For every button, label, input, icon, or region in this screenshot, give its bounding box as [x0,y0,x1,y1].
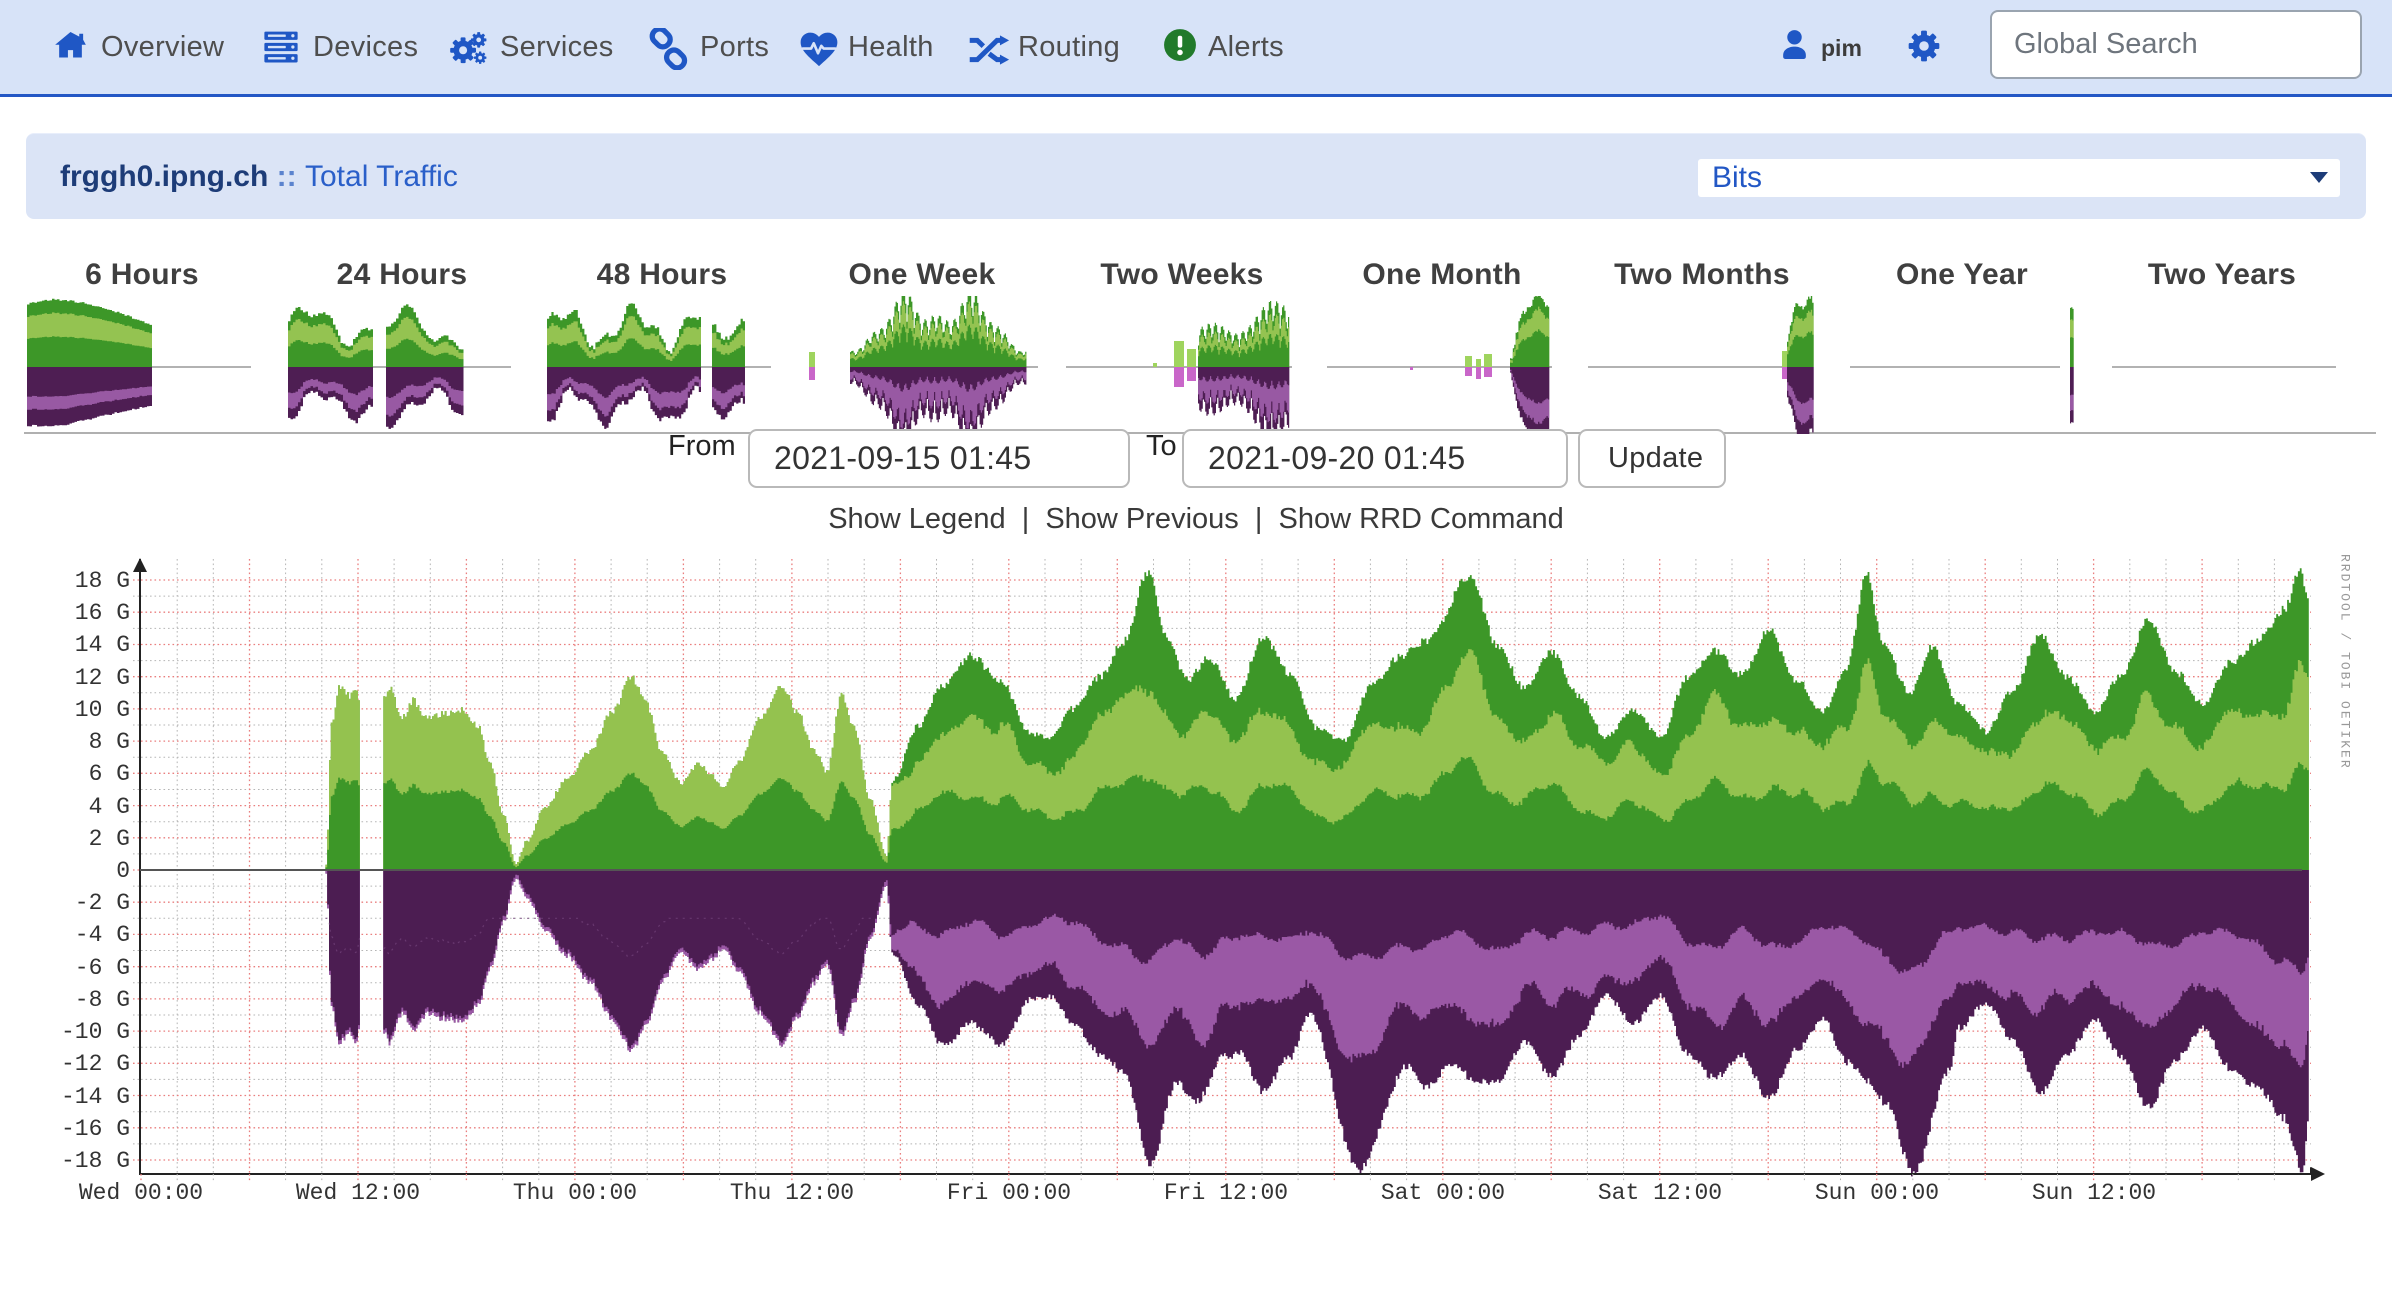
svg-text:12 G: 12 G [75,665,130,691]
svg-text:-12 G: -12 G [61,1051,130,1077]
svg-text:-2 G: -2 G [75,890,130,916]
svg-text:-16 G: -16 G [61,1116,130,1142]
svg-text:-14 G: -14 G [61,1084,130,1110]
svg-text:Wed 00:00: Wed 00:00 [79,1180,203,1206]
svg-text:-4 G: -4 G [75,922,130,948]
svg-text:18 G: 18 G [75,568,130,594]
svg-text:Sat 12:00: Sat 12:00 [1598,1180,1722,1206]
svg-text:14 G: 14 G [75,632,130,658]
svg-text:2 G: 2 G [89,826,130,852]
svg-text:4 G: 4 G [89,794,130,820]
svg-text:Fri 00:00: Fri 00:00 [947,1180,1071,1206]
svg-text:Sat 00:00: Sat 00:00 [1381,1180,1505,1206]
svg-text:0: 0 [116,858,130,884]
svg-text:Thu 12:00: Thu 12:00 [730,1180,854,1206]
svg-text:RRDTOOL / TOBI OETIKER: RRDTOOL / TOBI OETIKER [2338,554,2353,770]
svg-text:10 G: 10 G [75,697,130,723]
svg-text:-6 G: -6 G [75,955,130,981]
svg-text:-8 G: -8 G [75,987,130,1013]
svg-text:Sun 12:00: Sun 12:00 [2032,1180,2156,1206]
svg-text:-10 G: -10 G [61,1019,130,1045]
svg-text:8 G: 8 G [89,729,130,755]
svg-text:-18 G: -18 G [61,1148,130,1174]
svg-text:Fri 12:00: Fri 12:00 [1164,1180,1288,1206]
svg-text:6 G: 6 G [89,761,130,787]
svg-text:Sun 00:00: Sun 00:00 [1815,1180,1939,1206]
svg-text:Thu 00:00: Thu 00:00 [513,1180,637,1206]
svg-text:Wed 12:00: Wed 12:00 [296,1180,420,1206]
svg-text:16 G: 16 G [75,600,130,626]
